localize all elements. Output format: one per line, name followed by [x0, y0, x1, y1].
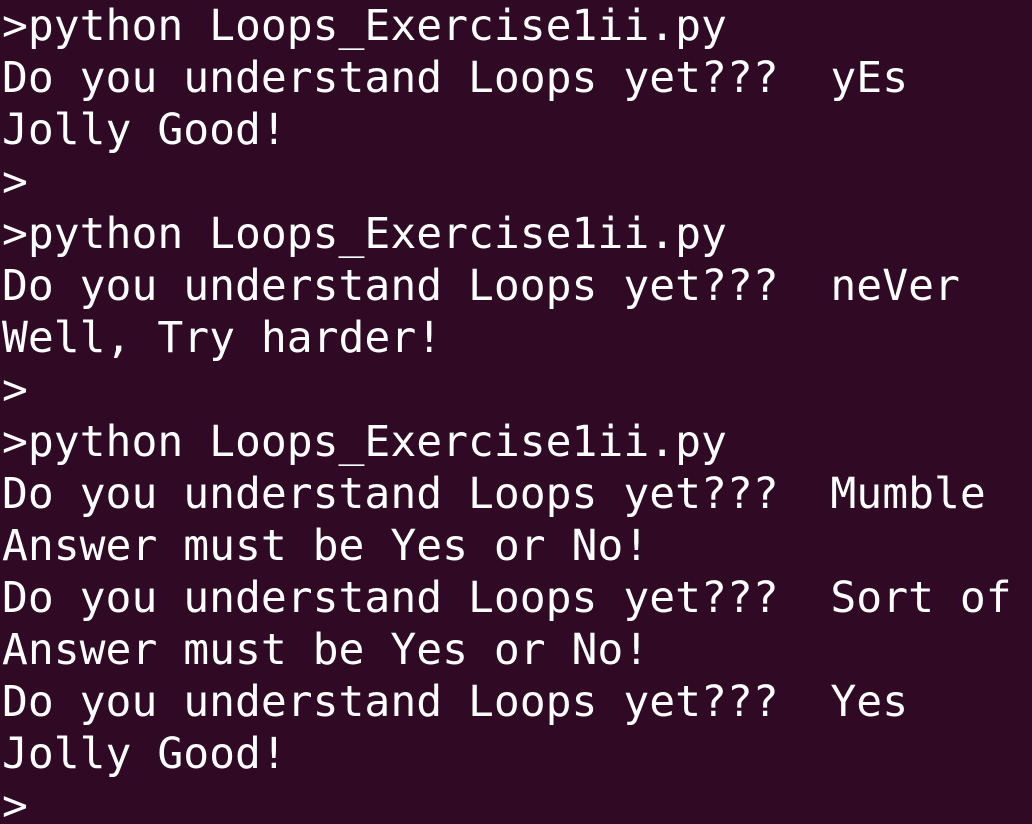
- shell-prompt: >: [2, 157, 28, 207]
- program-output: Answer must be Yes or No!: [2, 521, 650, 571]
- prompt-question: Do you understand Loops yet??? neVer: [2, 261, 960, 311]
- program-output: Jolly Good!: [2, 729, 287, 779]
- prompt-question: Do you understand Loops yet??? Sort of: [2, 573, 1012, 623]
- terminal-window[interactable]: >python Loops_Exercise1ii.py Do you unde…: [0, 0, 1032, 824]
- program-output: Well, Try harder!: [2, 313, 443, 363]
- program-output: Jolly Good!: [2, 105, 287, 155]
- program-output: Answer must be Yes or No!: [2, 625, 650, 675]
- command-line: >python Loops_Exercise1ii.py: [2, 417, 727, 467]
- command-line: >python Loops_Exercise1ii.py: [2, 209, 727, 259]
- prompt-question: Do you understand Loops yet??? Mumble: [2, 469, 986, 519]
- shell-prompt: >: [2, 365, 28, 415]
- command-line: >python Loops_Exercise1ii.py: [2, 1, 727, 51]
- prompt-question: Do you understand Loops yet??? Yes: [2, 677, 909, 727]
- shell-prompt[interactable]: >: [2, 780, 28, 824]
- prompt-question: Do you understand Loops yet??? yEs: [2, 53, 909, 103]
